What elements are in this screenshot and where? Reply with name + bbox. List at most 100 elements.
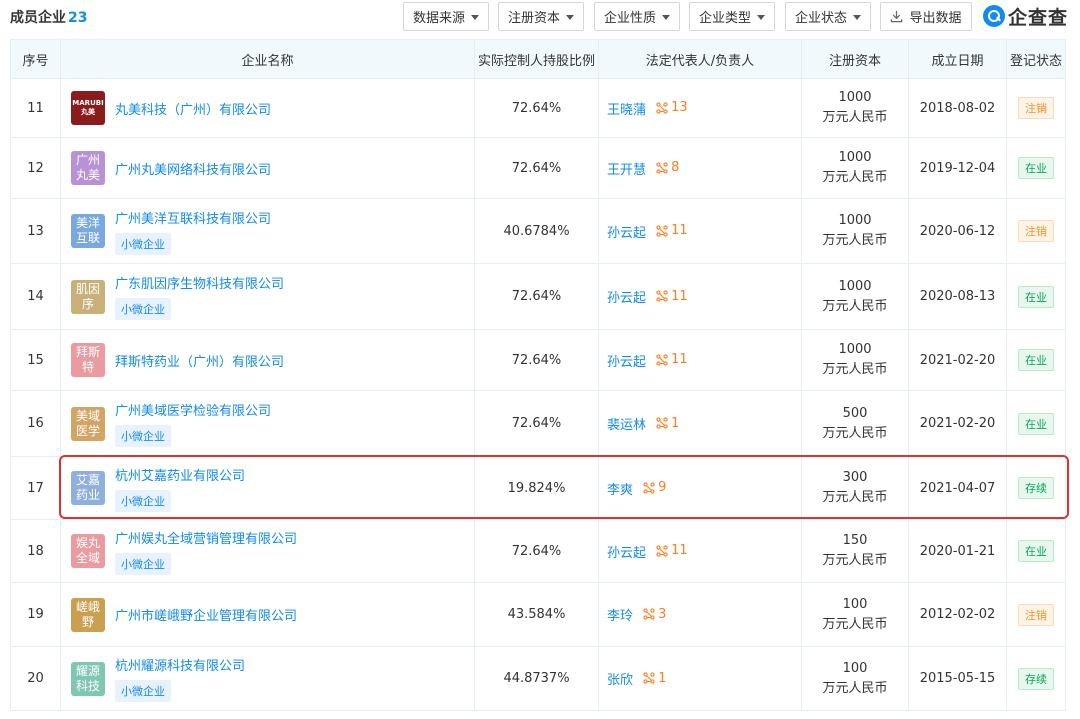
row-index: 18 [10,519,61,583]
row-index: 13 [10,198,61,264]
legal-rep-link[interactable]: 李爽 [607,483,633,498]
capital-unit: 万元人民币 [822,170,888,185]
related-companies-link[interactable]: 11 [656,543,688,558]
legal-rep-link[interactable]: 孙云起 [607,291,646,306]
relation-icon [656,101,668,114]
capital-unit: 万元人民币 [822,680,888,696]
legal-rep-cell: 孙云起 11 [598,198,802,264]
column-header-index: 序号 [10,39,61,79]
status-badge: 注销 [1018,97,1054,119]
table-row: 15 拜斯特 拜斯特药业（广州）有限公司 72.64% 孙云起 11 1000 … [10,329,1066,391]
legal-rep-link[interactable]: 张欣 [607,673,633,688]
filter-company-type-button[interactable]: 企业类型 [689,2,775,31]
founded-date: 2021-02-20 [908,329,1007,391]
table-row: 17 艾嘉药业 杭州艾嘉药业有限公司 小微企业 19.824% 李爽 9 300… [10,456,1066,520]
company-name-cell: 美洋互联 广州美洋互联科技有限公司 小微企业 [60,198,475,264]
related-companies-link[interactable]: 9 [643,480,666,495]
export-data-button[interactable]: 导出数据 [880,2,972,31]
company-name-link[interactable]: 广州娱丸全域营销管理有限公司 [115,532,297,547]
holding-ratio: 72.64% [474,329,599,391]
company-logo: 拜斯特 [71,343,105,377]
company-name-link[interactable]: 广东肌因序生物科技有限公司 [115,277,284,292]
related-companies-link[interactable]: 13 [656,100,688,115]
registered-capital-cell: 300 万元人民币 [801,456,909,520]
status-badge: 注销 [1018,603,1054,626]
capital-amount: 1000 [838,342,872,357]
legal-rep-link[interactable]: 王开慧 [607,163,646,178]
legal-rep-link[interactable]: 王晓蒲 [607,103,646,118]
founded-date: 2021-04-07 [908,456,1007,520]
related-companies-link[interactable]: 8 [656,160,679,175]
company-logo: 美域医学 [71,406,105,441]
registered-capital-cell: 1000 万元人民币 [801,198,909,264]
related-companies-link[interactable]: 11 [656,223,688,238]
filter-data-source-button[interactable]: 数据来源 [403,2,489,31]
company-name-link[interactable]: 广州丸美网络科技有限公司 [115,163,271,178]
capital-amount: 500 [842,405,868,421]
capital-unit: 万元人民币 [822,425,888,441]
filter-company-nature-button[interactable]: 企业性质 [594,2,680,31]
status-cell: 在业 [1006,137,1066,199]
founded-date: 2015-05-15 [908,646,1007,711]
legal-rep-cell: 王晓蒲 13 [598,78,802,138]
filter-registered-capital-button[interactable]: 注册资本 [498,2,584,31]
related-companies-link[interactable]: 1 [643,671,666,686]
status-badge: 在业 [1018,349,1054,371]
founded-date: 2019-12-04 [908,137,1007,199]
related-companies-link[interactable]: 3 [643,607,666,622]
table-row: 20 耀源科技 杭州耀源科技有限公司 小微企业 44.8737% 张欣 1 10… [10,646,1066,711]
legal-rep-link[interactable]: 孙云起 [607,355,646,370]
legal-rep-cell: 裴运林 1 [598,390,802,457]
legal-rep-cell: 孙云起 11 [598,519,802,583]
legal-rep-cell: 李爽 9 [598,456,802,520]
related-companies-link[interactable]: 11 [656,289,688,304]
company-name-link[interactable]: 广州市嵯峨野企业管理有限公司 [115,609,297,624]
registered-capital-cell: 150 万元人民币 [801,519,909,583]
founded-date: 2020-01-21 [908,519,1007,583]
company-name-link[interactable]: 广州美域医学检验有限公司 [115,404,271,419]
company-name-link[interactable]: 杭州耀源科技有限公司 [115,659,245,674]
company-name-link[interactable]: 广州美洋互联科技有限公司 [115,212,271,227]
table-row: 12 广州丸美 广州丸美网络科技有限公司 72.64% 王开慧 8 1000 万… [10,137,1066,199]
related-companies-link[interactable]: 11 [656,352,688,367]
relation-icon [643,481,655,494]
legal-rep-cell: 李玲 3 [598,582,802,647]
company-logo: 肌因序 [71,279,105,314]
company-name-link[interactable]: 丸美科技（广州）有限公司 [115,103,271,118]
company-name-link[interactable]: 拜斯特药业（广州）有限公司 [115,355,284,370]
row-index: 15 [10,329,61,391]
filter-company-status-button[interactable]: 企业状态 [785,2,871,31]
download-icon [891,10,903,23]
related-count: 1 [671,415,680,431]
company-name-link[interactable]: 杭州艾嘉药业有限公司 [115,469,245,484]
holding-ratio: 72.64% [474,137,599,199]
company-tag: 小微企业 [115,298,171,320]
section-title-text: 成员企业 [10,10,66,26]
related-companies-link[interactable]: 1 [656,416,679,431]
export-label: 导出数据 [909,11,962,26]
legal-rep-link[interactable]: 孙云起 [607,546,646,561]
company-tag: 小微企业 [115,425,171,447]
legal-rep-link[interactable]: 裴运林 [607,418,646,433]
status-cell: 在业 [1006,263,1066,330]
status-cell: 存续 [1006,456,1066,520]
column-header-status: 登记状态 [1006,39,1066,79]
legal-rep-link[interactable]: 李玲 [607,609,633,624]
founded-date: 2020-06-12 [908,198,1007,264]
status-badge: 存续 [1018,667,1054,690]
company-logo: MARUBI 丸美 [71,91,105,125]
status-cell: 注销 [1006,78,1066,138]
relation-icon [656,161,668,174]
registered-capital-cell: 100 万元人民币 [801,646,909,711]
company-name-cell: 肌因序 广东肌因序生物科技有限公司 小微企业 [60,263,475,330]
founded-date: 2012-02-02 [908,582,1007,647]
legal-rep-link[interactable]: 孙云起 [607,226,646,241]
column-header-legal-rep: 法定代表人/负责人 [598,39,802,79]
registered-capital-cell: 1000 万元人民币 [801,263,909,330]
related-count: 11 [671,543,688,558]
filter-label: 企业状态 [794,11,847,26]
filter-label: 企业性质 [603,11,656,26]
founded-date: 2020-08-13 [908,263,1007,330]
founded-date: 2021-02-20 [908,390,1007,457]
registered-capital-cell: 1000 万元人民币 [801,329,909,391]
